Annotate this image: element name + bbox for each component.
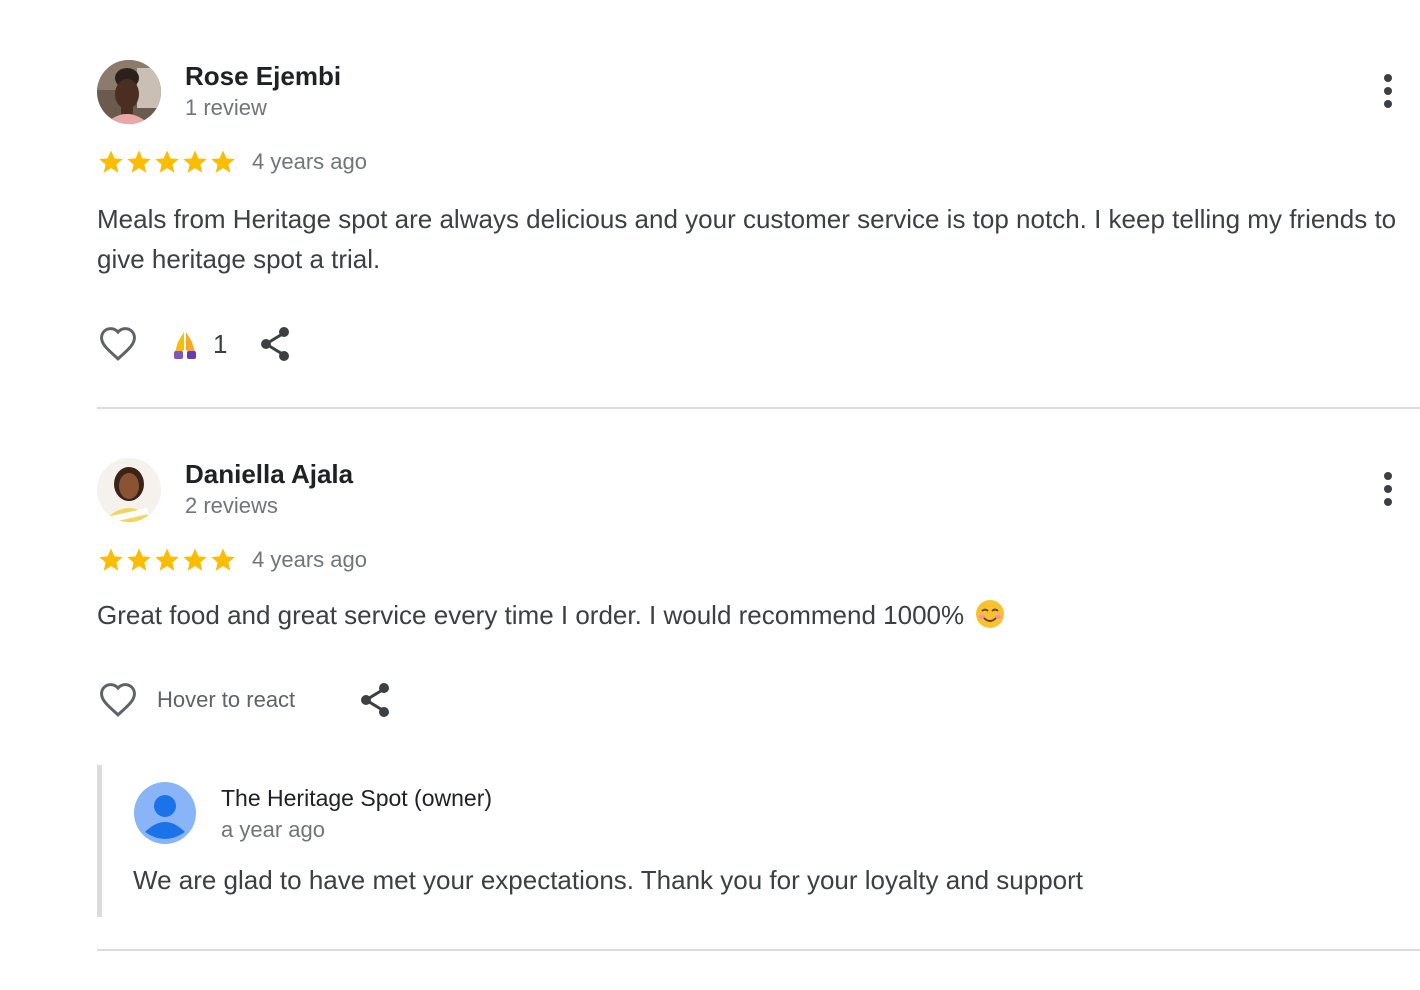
hover-to-react-label: Hover to react xyxy=(157,687,296,712)
share-icon xyxy=(361,683,390,717)
smiling-face-emoji xyxy=(976,600,1005,628)
star-rating xyxy=(97,148,237,176)
review-card: Daniella Ajala 2 reviews 4 years ago Gre… xyxy=(97,457,1420,717)
star-icon xyxy=(99,150,123,173)
more-vert-icon xyxy=(1384,74,1392,108)
share-button[interactable] xyxy=(357,680,393,720)
reaction-count: 1 xyxy=(213,328,228,359)
owner-reply-date: a year ago xyxy=(221,817,325,842)
review-actions: Hover to react xyxy=(97,679,393,721)
star-rating xyxy=(97,546,237,574)
review-divider xyxy=(97,949,1420,951)
star-icon xyxy=(211,150,235,173)
praying-hands-emoji xyxy=(174,332,196,359)
review-date: 4 years ago xyxy=(252,547,367,572)
like-button[interactable] xyxy=(97,323,139,365)
star-icon xyxy=(99,548,123,571)
reviewer-avatar[interactable] xyxy=(97,60,161,124)
heart-outline-icon xyxy=(100,327,136,361)
review-text: Great food and great service every time … xyxy=(97,595,1397,635)
like-button[interactable] xyxy=(97,679,139,721)
star-icon xyxy=(127,150,151,173)
owner-reply: The Heritage Spot (owner) a year ago We … xyxy=(97,765,1352,917)
reviewer-avatar[interactable] xyxy=(97,458,161,522)
share-button[interactable] xyxy=(257,324,293,364)
default-user-avatar xyxy=(134,782,196,844)
reviewer-photo xyxy=(97,458,161,522)
review-header: Rose Ejembi 1 review xyxy=(97,59,1420,125)
review-text-content: Great food and great service every time … xyxy=(97,600,965,630)
reviewer-name[interactable]: Daniella Ajala xyxy=(185,459,353,490)
review-divider xyxy=(97,407,1420,409)
reaction-chip[interactable]: 1 xyxy=(169,328,227,360)
star-icon xyxy=(183,548,207,571)
star-icon xyxy=(155,150,179,173)
owner-reply-text: We are glad to have met your expectation… xyxy=(133,865,1084,895)
reviewer-photo xyxy=(97,60,161,124)
owner-name: The Heritage Spot (owner) xyxy=(221,785,493,811)
reviews-page: Rose Ejembi 1 review 4 years ago Meals f… xyxy=(0,0,1420,990)
review-header: Daniella Ajala 2 reviews xyxy=(97,457,1420,523)
review-card: Rose Ejembi 1 review 4 years ago Meals f… xyxy=(97,59,1420,361)
review-actions: 1 xyxy=(97,323,293,365)
reviewer-review-count: 2 reviews xyxy=(185,493,278,518)
share-icon xyxy=(261,327,290,361)
more-options-button[interactable] xyxy=(1374,71,1402,111)
star-icon xyxy=(155,548,179,571)
star-icon xyxy=(127,548,151,571)
reviewer-name[interactable]: Rose Ejembi xyxy=(185,61,341,92)
reviewer-review-count: 1 review xyxy=(185,95,267,120)
more-options-button[interactable] xyxy=(1374,469,1402,509)
star-icon xyxy=(211,548,235,571)
review-date: 4 years ago xyxy=(252,149,367,174)
more-vert-icon xyxy=(1384,472,1392,506)
heart-outline-icon xyxy=(100,683,136,717)
owner-avatar xyxy=(134,782,196,844)
rating-row: 4 years ago xyxy=(97,545,367,575)
rating-row: 4 years ago xyxy=(97,147,367,177)
star-icon xyxy=(183,150,207,173)
review-text: Meals from Heritage spot are always deli… xyxy=(97,204,1397,274)
